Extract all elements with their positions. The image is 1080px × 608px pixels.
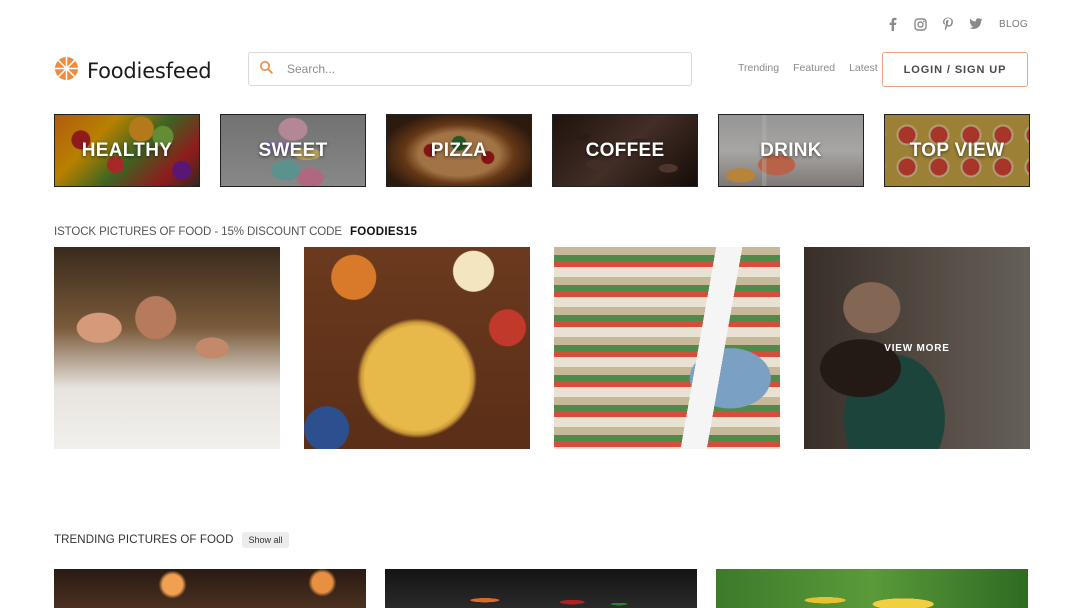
discount-code: FOODIES15 [349,226,418,238]
trending-photo-3[interactable] [716,569,1028,608]
search-icon [259,60,273,79]
logo-text: Foodiesfeed [87,59,212,83]
search-bar[interactable] [248,52,692,86]
istock-photo-family-dinner[interactable] [54,247,280,449]
istock-photo-woman-eating[interactable]: VIEW MORE [804,247,1030,449]
category-sweet[interactable]: SWEET [220,114,366,187]
istock-photo-grocery-receipt[interactable] [554,247,780,449]
main-nav: Trending Featured Latest [738,62,878,74]
category-pizza[interactable]: PIZZA [386,114,532,187]
view-more-overlay[interactable]: VIEW MORE [804,247,1030,449]
nav-trending[interactable]: Trending [738,62,779,74]
nav-featured[interactable]: Featured [793,62,835,74]
trending-section-title: TRENDING PICTURES OF FOOD Show all [54,532,289,548]
search-input[interactable] [287,62,667,76]
trending-photo-2[interactable] [385,569,697,608]
blog-link[interactable]: BLOG [999,19,1028,30]
category-healthy[interactable]: HEALTHY [54,114,200,187]
pinterest-icon[interactable] [941,17,955,31]
site-logo[interactable]: Foodiesfeed [54,56,212,86]
istock-photo-paella-table[interactable] [304,247,530,449]
facebook-icon[interactable] [885,17,899,31]
login-signup-button[interactable]: LOGIN / SIGN UP [882,52,1028,87]
trending-photo-row [54,569,1028,608]
social-links: BLOG [885,15,1028,33]
category-label: COFFEE [585,139,665,161]
istock-section-title: ISTOCK PICTURES OF FOOD - 15% DISCOUNT C… [54,226,417,238]
category-drink[interactable]: DRINK [718,114,864,187]
category-label: PIZZA [430,139,488,161]
category-label: SWEET [258,139,328,161]
istock-photo-grid: VIEW MORE [54,247,1030,449]
twitter-icon[interactable] [969,17,983,31]
category-label: TOP VIEW [909,139,1005,161]
trending-photo-1[interactable] [54,569,366,608]
category-tiles: HEALTHY SWEET PIZZA COFFEE DRINK TOP VIE… [54,114,1030,187]
category-coffee[interactable]: COFFEE [552,114,698,187]
trending-title-text: TRENDING PICTURES OF FOOD [54,534,234,546]
nav-latest[interactable]: Latest [849,62,878,74]
category-top-view[interactable]: TOP VIEW [884,114,1030,187]
category-label: HEALTHY [81,139,173,161]
logo-icon [54,56,79,86]
view-more-label: VIEW MORE [884,342,950,354]
category-label: DRINK [760,139,822,161]
show-all-button[interactable]: Show all [242,532,289,548]
instagram-icon[interactable] [913,17,927,31]
istock-title-text: ISTOCK PICTURES OF FOOD - 15% DISCOUNT C… [54,226,342,238]
